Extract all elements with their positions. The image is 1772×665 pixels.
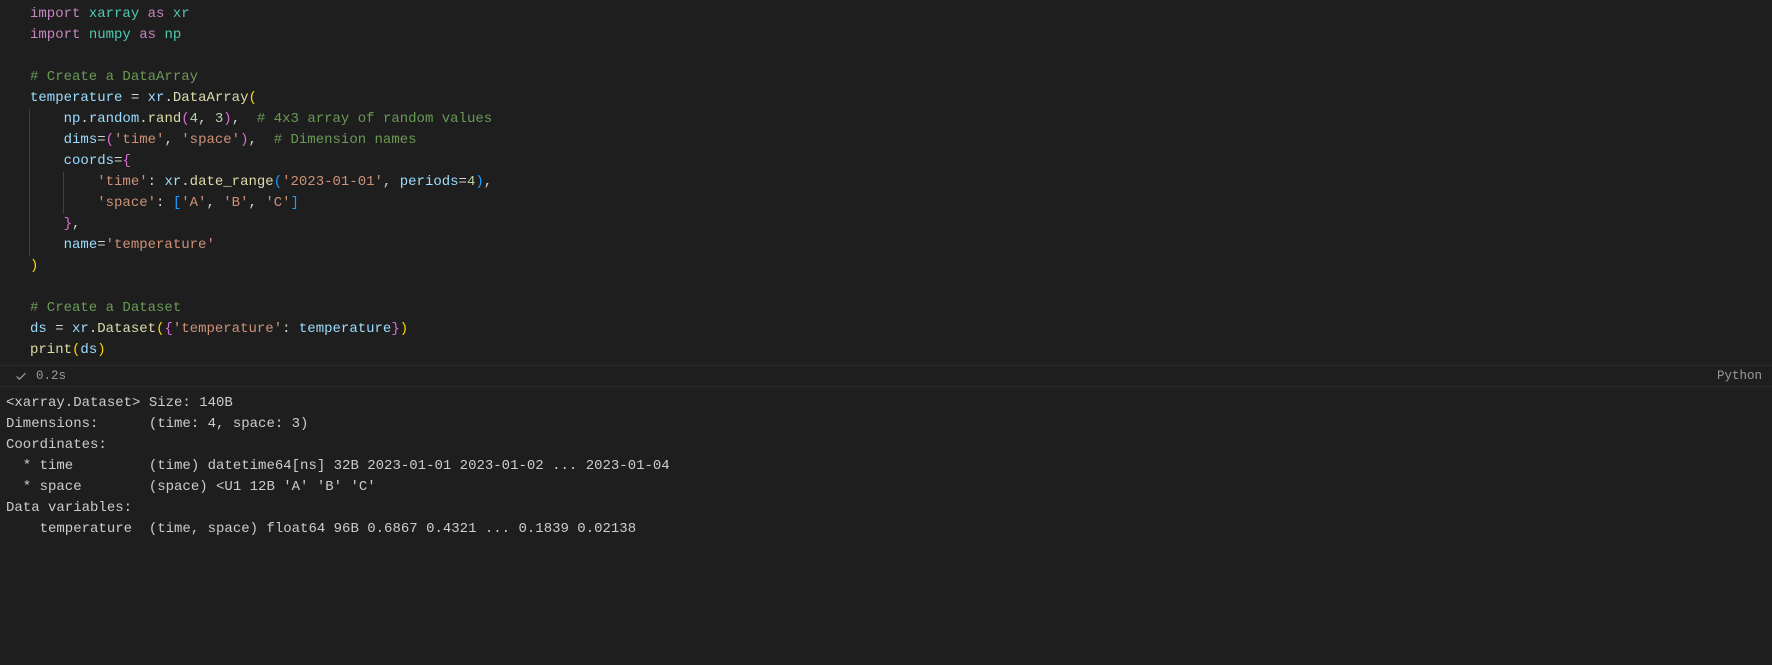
language-label[interactable]: Python bbox=[1717, 366, 1762, 387]
comment: # 4x3 array of random values bbox=[257, 111, 492, 127]
kw-name: name bbox=[64, 237, 98, 253]
module-xarray: xarray bbox=[89, 6, 139, 22]
keyword-import: import bbox=[30, 27, 80, 43]
kw-dims: dims bbox=[64, 132, 98, 148]
output-line: * space (space) <U1 12B 'A' 'B' 'C' bbox=[6, 477, 1766, 498]
output-line: <xarray.Dataset> Size: 140B bbox=[6, 393, 1766, 414]
output-line: * time (time) datetime64[ns] 32B 2023-01… bbox=[6, 456, 1766, 477]
exec-duration: 0.2s bbox=[36, 366, 66, 387]
keyword-as: as bbox=[148, 6, 165, 22]
var-ds: ds bbox=[30, 321, 47, 337]
fn-DataArray: DataArray bbox=[173, 90, 249, 106]
comment: # Create a Dataset bbox=[30, 300, 181, 316]
comment: # Create a DataArray bbox=[30, 69, 198, 85]
kw-coords: coords bbox=[64, 153, 114, 169]
comment: # Dimension names bbox=[274, 132, 417, 148]
output-line: Coordinates: bbox=[6, 435, 1766, 456]
fn-print: print bbox=[30, 342, 72, 358]
fn-Dataset: Dataset bbox=[97, 321, 156, 337]
alias-xr: xr bbox=[173, 6, 190, 22]
var-temperature: temperature bbox=[30, 90, 122, 106]
cell-output[interactable]: <xarray.Dataset> Size: 140B Dimensions: … bbox=[0, 387, 1772, 546]
output-line: temperature (time, space) float64 96B 0.… bbox=[6, 519, 1766, 540]
keyword-as: as bbox=[139, 27, 156, 43]
fn-date-range: date_range bbox=[190, 174, 274, 190]
alias-np: np bbox=[164, 27, 181, 43]
fn-rand: rand bbox=[148, 111, 182, 127]
output-line: Data variables: bbox=[6, 498, 1766, 519]
cell-status-bar: 0.2s Python bbox=[0, 365, 1772, 387]
output-line: Dimensions: (time: 4, space: 3) bbox=[6, 414, 1766, 435]
check-icon bbox=[14, 369, 28, 383]
code-editor[interactable]: import xarray as xr import numpy as np #… bbox=[0, 0, 1772, 365]
module-numpy: numpy bbox=[89, 27, 131, 43]
keyword-import: import bbox=[30, 6, 80, 22]
